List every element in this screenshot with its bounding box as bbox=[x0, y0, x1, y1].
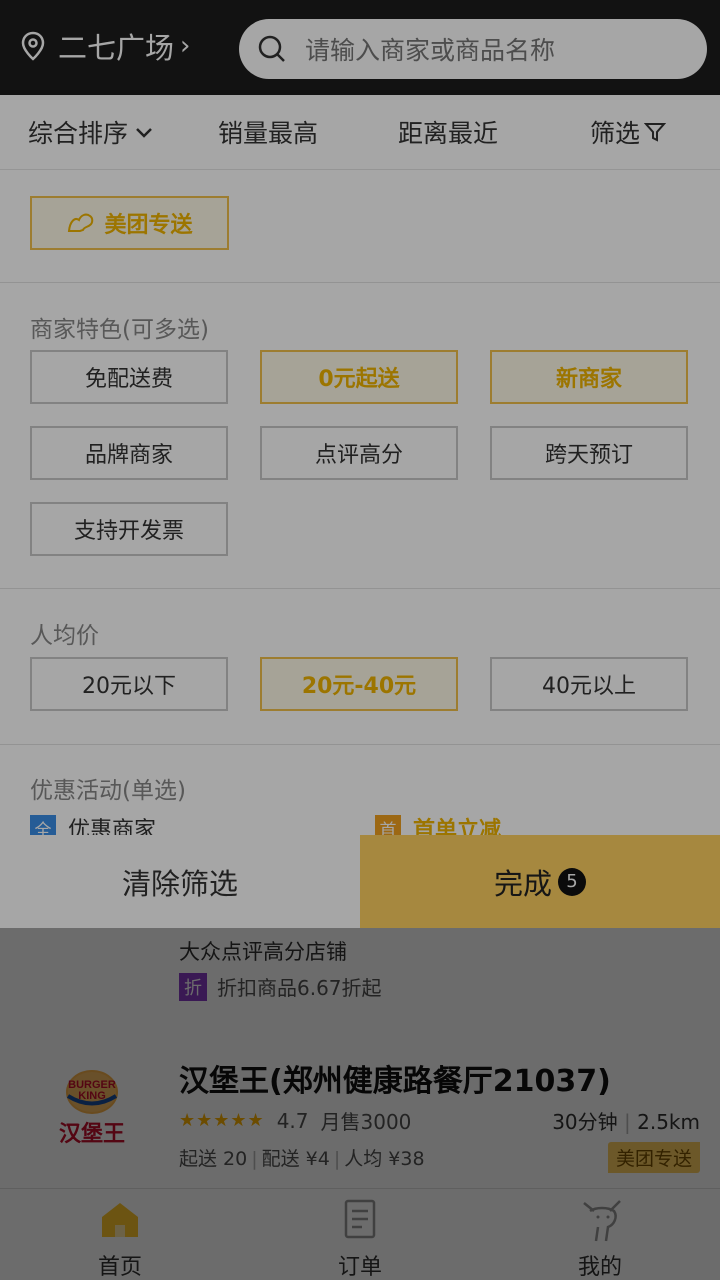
discount-badge: 折 bbox=[179, 972, 207, 1001]
search-input[interactable]: 请输入商家或商品名称 bbox=[239, 19, 707, 79]
done-label: 完成 bbox=[493, 866, 552, 901]
restaurant-fees: 起送 20 | 配送 ¥4 | 人均 ¥38 bbox=[179, 1144, 425, 1171]
average-price: 人均 ¥38 bbox=[344, 1148, 425, 1170]
promo-label: 首单立减 bbox=[413, 818, 502, 835]
separator: | bbox=[251, 1148, 258, 1170]
delivery-time: 30分钟 bbox=[552, 1110, 618, 1134]
promo-first-order[interactable]: 首 首单立减 bbox=[375, 812, 501, 835]
filter-panel: 美团专送 商家特色(可多选) 免配送费 0元起送 新商家 品牌商家 点评高分 跨… bbox=[0, 170, 720, 835]
feature-high-rating[interactable]: 点评高分 bbox=[260, 426, 458, 480]
promo-badge: 首 bbox=[375, 815, 401, 835]
sort-comprehensive[interactable]: 综合排序 bbox=[28, 95, 154, 169]
price-under-20[interactable]: 20元以下 bbox=[30, 657, 228, 711]
feature-brand-merchant[interactable]: 品牌商家 bbox=[30, 426, 228, 480]
burger-king-logo-icon: BURGER KING 汉堡王 bbox=[59, 1070, 125, 1147]
tab-orders-label: 订单 bbox=[337, 1255, 382, 1280]
order-list-icon bbox=[344, 1199, 376, 1239]
monthly-sales: 月售3000 bbox=[320, 1110, 412, 1134]
divider bbox=[0, 588, 720, 589]
delivery-fee: 配送 ¥4 bbox=[261, 1148, 330, 1170]
star-rating-icon: ★★★★★ bbox=[179, 1110, 265, 1131]
tab-home-label: 首页 bbox=[97, 1255, 142, 1280]
restaurant-list: 大众点评高分店铺 折 折扣商品6.67折起 BURGER KING 汉堡王 汉堡… bbox=[0, 928, 720, 1188]
top-bar: 二七广场 › 请输入商家或商品名称 bbox=[0, 0, 720, 95]
sort-filter-label: 筛选 bbox=[590, 119, 641, 148]
discount-text: 折扣商品6.67折起 bbox=[217, 976, 382, 1000]
delivery-filter-label: 美团专送 bbox=[104, 213, 193, 238]
prev-item-discount: 折 折扣商品6.67折起 bbox=[179, 972, 382, 1001]
feature-free-delivery[interactable]: 免配送费 bbox=[30, 350, 228, 404]
done-button[interactable]: 完成 5 bbox=[360, 835, 720, 928]
restaurant-rating: ★★★★★ 4.7 月售3000 bbox=[179, 1106, 411, 1135]
rating-score: 4.7 bbox=[276, 1108, 309, 1133]
tab-profile-label: 我的 bbox=[577, 1255, 622, 1280]
divider bbox=[0, 282, 720, 283]
divider bbox=[0, 744, 720, 745]
kangaroo-icon bbox=[68, 213, 94, 232]
price-over-40[interactable]: 40元以上 bbox=[490, 657, 688, 711]
min-order: 起送 20 bbox=[179, 1148, 248, 1170]
delivery-time-distance: 30分钟 | 2.5km bbox=[552, 1106, 700, 1135]
separator: | bbox=[333, 1148, 341, 1170]
clear-filter-label: 清除筛选 bbox=[121, 866, 238, 901]
sort-bar: 综合排序 销量最高 距离最近 筛选 bbox=[0, 95, 720, 170]
chevron-down-icon bbox=[136, 128, 152, 138]
clear-filter-button[interactable]: 清除筛选 bbox=[0, 835, 360, 928]
sort-sales[interactable]: 销量最高 bbox=[218, 95, 318, 169]
bottom-tab-bar: 首页 订单 我的 bbox=[0, 1188, 720, 1281]
tab-home[interactable]: 首页 bbox=[0, 1189, 240, 1281]
sort-filter[interactable]: 筛选 bbox=[590, 95, 667, 169]
location-selector[interactable]: 二七广场 › bbox=[20, 24, 190, 68]
delivery-tag-badge: 美团专送 bbox=[607, 1142, 700, 1173]
selected-count-badge: 5 bbox=[558, 867, 586, 896]
location-label: 二七广场 bbox=[58, 31, 175, 65]
promo-discount-merchant[interactable]: 全 优惠商家 bbox=[30, 812, 156, 835]
filter-actions: 清除筛选 完成 5 bbox=[0, 835, 720, 928]
feature-next-day-order[interactable]: 跨天预订 bbox=[490, 426, 688, 480]
feature-invoice[interactable]: 支持开发票 bbox=[30, 502, 228, 556]
price-title: 人均价 bbox=[30, 623, 99, 649]
feature-new-merchant[interactable]: 新商家 bbox=[490, 350, 688, 404]
sort-comprehensive-label: 综合排序 bbox=[28, 119, 129, 148]
distance: 2.5km bbox=[637, 1110, 700, 1134]
location-pin-icon bbox=[21, 31, 45, 61]
restaurant-logo[interactable]: BURGER KING 汉堡王 bbox=[46, 1066, 138, 1158]
promo-title: 优惠活动(单选) bbox=[30, 778, 186, 804]
separator: | bbox=[624, 1110, 638, 1134]
delivery-filter-button[interactable]: 美团专送 bbox=[30, 196, 229, 250]
tab-profile[interactable]: 我的 bbox=[480, 1189, 720, 1281]
search-placeholder: 请输入商家或商品名称 bbox=[305, 36, 556, 65]
filter-icon bbox=[644, 123, 667, 142]
promo-badge: 全 bbox=[30, 815, 56, 835]
kangaroo-profile-icon bbox=[583, 1200, 621, 1242]
promo-label: 优惠商家 bbox=[68, 818, 157, 835]
search-icon bbox=[258, 35, 285, 62]
feature-zero-min-order[interactable]: 0元起送 bbox=[260, 350, 458, 404]
chevron-right-icon: › bbox=[180, 31, 191, 61]
sort-distance[interactable]: 距离最近 bbox=[398, 95, 498, 169]
logo-text-bottom: KING bbox=[78, 1090, 106, 1102]
tab-orders[interactable]: 订单 bbox=[240, 1189, 480, 1281]
logo-caption: 汉堡王 bbox=[59, 1121, 125, 1147]
home-icon bbox=[102, 1203, 138, 1237]
prev-item-feature: 大众点评高分店铺 bbox=[179, 940, 347, 964]
features-title: 商家特色(可多选) bbox=[30, 317, 209, 343]
sort-sales-label: 销量最高 bbox=[218, 119, 319, 148]
sort-distance-label: 距离最近 bbox=[398, 119, 499, 148]
price-20-40[interactable]: 20元-40元 bbox=[260, 657, 458, 711]
restaurant-name[interactable]: 汉堡王(郑州健康路餐厅21037) bbox=[179, 1056, 611, 1100]
